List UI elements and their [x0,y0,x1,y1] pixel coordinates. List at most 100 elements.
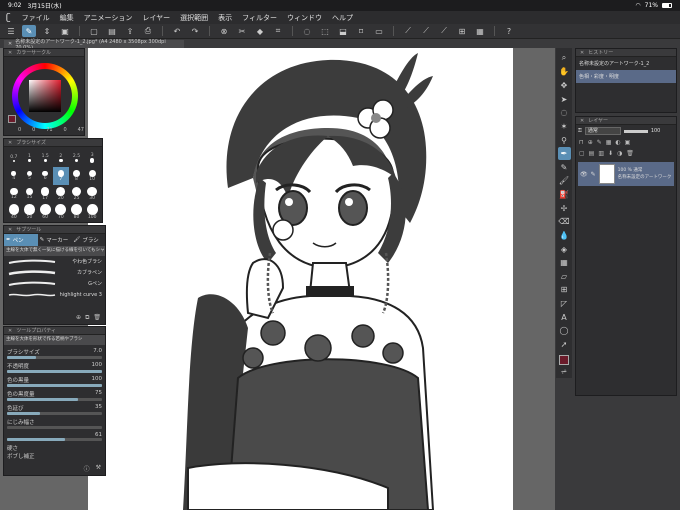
lasso-tool-icon[interactable]: ◌ [558,107,571,120]
fill-tool-icon[interactable]: ◈ [558,243,571,256]
pen-tool-icon[interactable]: ✒ [557,147,571,160]
clear-icon[interactable]: ⊗ [217,25,231,37]
balloon-tool-icon[interactable]: ◯ [558,325,571,338]
transform-icon[interactable]: ⌗ [271,25,285,37]
new-file-icon[interactable]: ▢ [87,25,101,37]
document-tab[interactable]: ✕ 名称未設定のアートワーク-1_2.jpg* (A4 2480 x 3508p… [4,39,184,51]
pen-tool-toggle-icon[interactable]: ✎ [22,25,36,37]
property-row[interactable]: 不透明度 100 [7,362,102,373]
reference-icon[interactable]: ▦ [473,25,487,37]
reference-layer-icon[interactable]: ⊕ [588,139,593,146]
operation-tool-icon[interactable]: ➤ [558,93,571,106]
brush-size-option[interactable]: 6 [37,167,53,185]
save-icon[interactable]: ▣ [58,25,72,37]
snap-special-icon[interactable]: ⟋ [437,25,451,37]
transparent-color-icon[interactable]: ⩫ [558,366,571,379]
invert-selection-icon[interactable]: ⬓ [336,25,350,37]
brush-size-option[interactable]: 4 [6,167,22,185]
palette-color-swatch[interactable] [559,354,569,365]
menu-file[interactable]: ファイル [17,13,55,23]
hand-tool-icon[interactable]: ✋ [558,66,571,79]
close-panel-icon[interactable]: ✕ [8,227,12,233]
brush-size-option[interactable]: 2.5 [69,149,85,167]
brush-size-option[interactable]: 80 [69,203,85,221]
property-slider[interactable] [7,426,102,429]
lock-transparent-icon[interactable]: ▦ [606,139,612,146]
brush-size-option[interactable]: 30 [84,185,100,203]
pencil-tool-icon[interactable]: ✎ [558,161,571,174]
list-item[interactable]: highlight curve 3 [4,289,105,300]
menu-filter[interactable]: フィルター [237,13,282,23]
property-slider[interactable] [7,356,102,359]
menu-view[interactable]: 表示 [213,13,237,23]
blend-tool-icon[interactable]: 💧 [558,229,571,242]
layer-mask-icon[interactable]: ◑ [617,150,622,157]
brush-size-option[interactable]: 12 [6,185,22,203]
menu-selection[interactable]: 選択範囲 [175,13,213,23]
text-tool-icon[interactable]: A [558,311,571,324]
eraser-tool-icon[interactable]: ⌫ [558,216,571,229]
subtool-selected-info[interactable]: 主線を大体で無く一気に描ける線を引いてもシャープ [4,246,105,256]
airbrush-tool-icon[interactable]: ⛽ [558,188,571,201]
menu-animation[interactable]: アニメーション [79,13,138,23]
magic-wand-icon[interactable]: ✶ [558,120,571,133]
brush-size-option[interactable]: 70 [53,203,69,221]
property-row[interactable]: 色の黒度量 75 [7,390,102,401]
brush-size-option[interactable]: 2 [53,149,69,167]
property-row[interactable]: にじみ幅さ [7,418,102,429]
export-icon[interactable]: ⇪ [123,25,137,37]
new-vector-layer-icon[interactable]: ▤ [589,150,595,157]
menu-window[interactable]: ウィンドウ [282,13,327,23]
mask-icon[interactable]: ◐ [615,139,620,146]
arrows-icon[interactable]: ⇕ [40,25,54,37]
brush-size-option[interactable]: 8 [69,167,85,185]
delete-subtool-icon[interactable]: 🗑 [93,314,101,322]
info-icon[interactable]: ⓘ [84,464,90,473]
layer-row[interactable]: 👁 ✎ 100 % 通常 名称未設定のアートワーク [578,162,674,186]
brush-tool-icon[interactable]: 🖌 [558,175,571,188]
clipping-icon[interactable]: ⊓ [579,139,584,146]
cut-icon[interactable]: ✂ [235,25,249,37]
main-color-swatch[interactable] [8,115,16,123]
snap-grid-icon[interactable]: ⊞ [455,25,469,37]
correct-line-tool-icon[interactable]: ➚ [558,338,571,351]
property-row[interactable]: 色延び 35 [7,404,102,415]
brush-size-option[interactable]: 20 [53,185,69,203]
list-item[interactable]: 名称未設定のアートワーク-1_2 [576,57,676,70]
close-panel-icon[interactable]: ✕ [8,328,12,334]
menu-edit[interactable]: 編集 [55,13,79,23]
frame-tool-icon[interactable]: ⊞ [558,284,571,297]
figure-tool-icon[interactable]: ▱ [558,270,571,283]
saturation-value-square[interactable] [29,80,61,112]
print-icon[interactable]: ⎙ [141,25,155,37]
color-wheel[interactable] [12,63,78,129]
property-slider[interactable] [7,412,102,415]
blend-mode-select[interactable]: 通常 [584,127,621,135]
brush-size-option[interactable]: 60 [37,203,53,221]
decoration-tool-icon[interactable]: ✢ [558,202,571,215]
brush-size-option[interactable]: 3 [84,149,100,167]
crop-icon[interactable]: ⌑ [354,25,368,37]
tab-pen[interactable]: ✒ ペン [4,234,38,246]
eyedropper-icon[interactable]: ⚲ [558,134,571,147]
opacity-slider[interactable] [623,129,648,133]
delete-layer-icon[interactable]: 🗑 [626,150,634,157]
list-item[interactable]: カブラペン [4,267,105,278]
close-panel-icon[interactable]: ✕ [580,50,584,56]
brush-size-option[interactable]: 0.7 [6,149,22,167]
brush-size-option[interactable]: 40 [6,203,22,221]
merge-layer-icon[interactable]: ⬇ [608,150,613,157]
close-panel-icon[interactable]: ✕ [8,140,12,146]
select-all-icon[interactable]: ⬚ [318,25,332,37]
move-tool-icon[interactable]: ✥ [558,79,571,92]
layer-lock-icon[interactable]: ⚿ [578,128,582,134]
close-tab-icon[interactable]: ✕ [8,41,12,47]
property-slider[interactable] [7,370,102,373]
redo-icon[interactable]: ↷ [188,25,202,37]
new-folder-icon[interactable]: ▥ [598,150,604,157]
list-item[interactable]: Gペン [4,278,105,289]
property-row[interactable]: ブラシサイズ 7.0 [7,348,102,359]
duplicate-subtool-icon[interactable]: ⧉ [85,314,89,322]
brush-size-option[interactable]: 7 [53,167,69,185]
selection-ops-icon[interactable]: ▭ [372,25,386,37]
